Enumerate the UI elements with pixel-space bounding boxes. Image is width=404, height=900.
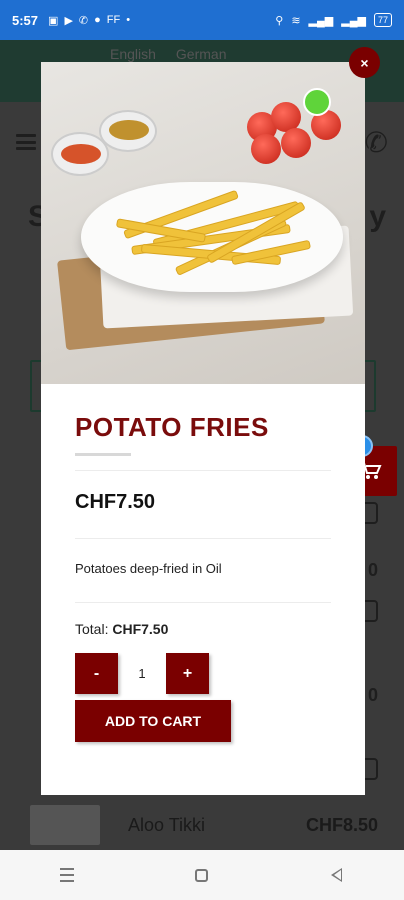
quantity-decrement-button[interactable]: - [75, 653, 118, 694]
total-line: Total: CHF7.50 [75, 621, 331, 637]
list-item[interactable]: Aloo Tikki CHF8.50 [0, 800, 404, 850]
item-name: Aloo Tikki [128, 814, 206, 835]
close-modal-button[interactable]: × [349, 47, 380, 78]
veg-indicator-icon [303, 88, 331, 116]
item-thumbnail [30, 805, 100, 845]
product-modal: POTATO FRIES CHF7.50 Potatoes deep-fried… [41, 62, 365, 795]
menu-icon[interactable] [16, 134, 36, 150]
signal-icon: ▂▄▆ [308, 14, 334, 27]
quantity-increment-button[interactable]: + [166, 653, 209, 694]
recents-icon [60, 868, 75, 882]
system-nav-bar [0, 850, 404, 900]
product-image [41, 62, 365, 384]
home-icon [195, 868, 209, 882]
add-to-cart-button[interactable]: ADD TO CART [75, 700, 231, 742]
status-bar: 5:57 ▣ ▶ ✆ ● FF • ⚲ ≋ ▂▄▆ ▂▄▆ 77 [0, 0, 404, 40]
product-price: CHF7.50 [75, 491, 156, 513]
alarm-icon: ⚲ [275, 14, 284, 27]
battery-icon: 77 [373, 13, 392, 27]
item-price-fragment: 0 [367, 685, 378, 705]
divider [75, 602, 331, 603]
messenger-icon: ● [94, 14, 101, 26]
youtube-icon: ▶ [64, 14, 73, 27]
back-icon [331, 868, 343, 882]
status-left-icons: ▣ ▶ ✆ ● FF • [48, 14, 130, 27]
nav-recents-button[interactable] [47, 860, 87, 890]
wifi-icon: ≋ [291, 14, 301, 27]
signal-icon-2: ▂▄▆ [341, 14, 366, 27]
notification-icon: ▣ [48, 14, 59, 27]
page-title-fragment-right: y [369, 200, 386, 233]
quantity-stepper: - 1 + [75, 653, 331, 694]
status-right-icons: ⚲ ≋ ▂▄▆ ▂▄▆ 77 [275, 13, 392, 27]
dot-icon: • [126, 14, 131, 26]
title-underline [75, 453, 131, 456]
product-details: POTATO FRIES CHF7.50 Potatoes deep-fried… [41, 412, 365, 742]
nav-home-button[interactable] [182, 860, 222, 890]
status-time: 5:57 [12, 12, 39, 28]
item-price: CHF8.50 [305, 814, 378, 835]
fries-illustration [111, 189, 321, 276]
phone-icon[interactable]: ✆ [365, 126, 388, 159]
spice-bowl [99, 110, 157, 152]
ff-icon: FF [106, 14, 121, 26]
quantity-value[interactable]: 1 [118, 666, 166, 681]
item-price-fragment: 0 [367, 560, 378, 580]
divider [75, 538, 331, 539]
nav-back-button[interactable] [317, 860, 357, 890]
product-title: POTATO FRIES [75, 412, 269, 442]
total-value: CHF7.50 [112, 621, 169, 637]
whatsapp-icon: ✆ [78, 14, 89, 27]
divider [75, 470, 331, 471]
total-label: Total: [75, 621, 109, 637]
product-description: Potatoes deep-fried in Oil [75, 561, 222, 576]
